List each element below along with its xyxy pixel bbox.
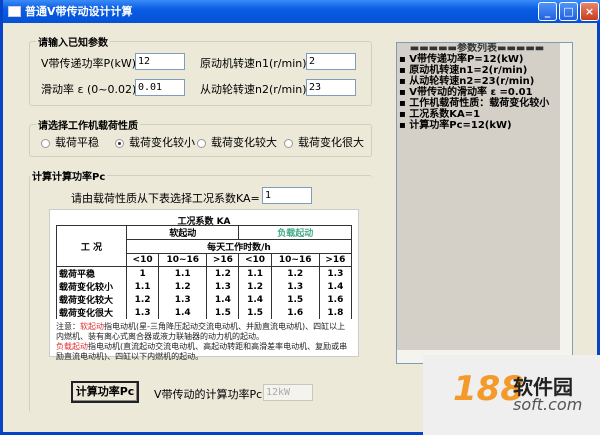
radio-label: 载荷平稳: [55, 136, 99, 149]
ka-cell: 1.4: [158, 306, 208, 319]
row-name: 载荷变化很大: [56, 306, 127, 319]
list-item[interactable]: ▪ 原动机转速n1=2(r/min): [399, 65, 555, 76]
hours-col-header: 10~16: [158, 253, 208, 267]
table-row: 载荷变化较小 1.1 1.2 1.3 1.2 1.3 1.4: [56, 280, 353, 293]
ka-cell: 1.3: [270, 280, 320, 293]
list-item[interactable]: ▪ 从动轮转速n2=23(r/min): [399, 76, 555, 87]
app-icon: [8, 6, 21, 17]
row-name: 载荷平稳: [56, 266, 127, 280]
soft-start-header: 软起动: [125, 225, 240, 240]
vertical-scrollbar[interactable]: [560, 43, 572, 351]
table-row: 载荷平稳 1 1.1 1.2 1.1 1.2 1.3: [56, 266, 353, 280]
ka-cell: 1.4: [318, 280, 353, 293]
ka-cell: 1.4: [238, 293, 272, 306]
ka-table: 工 况 软起动 负载起动 每天工作时数/h <10 10~16 >16 <10 10~1…: [56, 225, 353, 319]
load-option-0[interactable]: 载荷平稳: [41, 134, 99, 150]
ka-cell: 1.2: [238, 280, 272, 293]
list-item[interactable]: ▪ 计算功率Pc=12(kW): [399, 120, 555, 131]
radio-label: 载荷变化较小: [129, 136, 195, 149]
load-option-2[interactable]: 载荷变化较大: [197, 134, 277, 150]
params-listbox[interactable]: ▬▬▬▬▬参数列表▬▬▬▬▬ ▪ V带传递功率P=12(kW) ▪ 原动机转速n1…: [396, 42, 573, 364]
title-bar: 普通V带传动设计计算 _ □ ×: [3, 0, 600, 23]
ka-cell: 1.8: [318, 306, 353, 319]
note-heavy: 负载起动: [56, 342, 88, 351]
maximize-button[interactable]: □: [559, 2, 578, 21]
watermark-logo: 188 软件园 soft.com: [423, 355, 600, 435]
ka-cell: 1.1: [158, 266, 208, 280]
result-label: V带传动的计算功率Pc=: [154, 388, 272, 401]
ka-input[interactable]: 1: [262, 187, 312, 204]
main-window: 普通V带传动设计计算 _ □ × 请输入已知参数 V带传递功率P(kW) 12 …: [0, 0, 600, 435]
table-row: 载荷变化很大 1.3 1.4 1.5 1.5 1.6 1.8: [56, 306, 353, 319]
table-row: 载荷变化较大 1.2 1.3 1.4 1.4 1.5 1.6: [56, 293, 353, 306]
group-legend: 请输入已知参数: [36, 34, 110, 49]
hours-col-header: 10~16: [270, 253, 320, 267]
ka-cell: 1.5: [206, 306, 240, 319]
list-item[interactable]: ▪ V带传递功率P=12(kW): [399, 54, 555, 65]
hours-col-header: >16: [206, 253, 240, 267]
radio-label: 载荷变化较大: [211, 136, 277, 149]
ka-cell: 1: [125, 266, 160, 280]
ka-note: 注意：软起动指电动机(星-三角降压起动交流电动机、并励直流电动机)、四缸以上内燃…: [56, 322, 352, 362]
note-soft: 软起动: [80, 322, 104, 331]
ka-cell: 1.2: [125, 293, 160, 306]
load-option-3[interactable]: 载荷变化很大: [284, 134, 364, 150]
hours-header: 每天工作时数/h: [126, 239, 352, 254]
load-option-1[interactable]: 载荷变化较小: [115, 134, 195, 150]
hours-col-header: <10: [238, 253, 272, 267]
ka-cell: 1.4: [206, 293, 240, 306]
ka-table-caption: 工况系数 KA: [177, 217, 231, 227]
ka-cell: 1.6: [318, 293, 353, 306]
ka-cell: 1.3: [158, 293, 208, 306]
list-item[interactable]: ▪ 工况系数KA=1: [399, 109, 555, 120]
power-input[interactable]: 12: [135, 53, 185, 70]
radio-icon[interactable]: [197, 138, 206, 148]
slip-input[interactable]: 0.01: [135, 79, 185, 96]
heavy-start-header: 负载起动: [238, 225, 352, 240]
ka-cell: 1.5: [270, 293, 320, 306]
radio-icon[interactable]: [115, 138, 124, 148]
ka-cell: 1.2: [270, 266, 320, 280]
power-label: V带传递功率P(kW): [41, 57, 136, 70]
result-output: 12kW: [263, 384, 313, 401]
ka-cell: 1.2: [206, 266, 240, 280]
radio-icon[interactable]: [41, 138, 50, 148]
hours-col-header: <10: [125, 253, 160, 267]
ka-cell: 1.1: [125, 280, 160, 293]
radio-icon[interactable]: [284, 138, 293, 148]
ka-cell: 1.3: [318, 266, 353, 280]
ka-cell: 1.3: [206, 280, 240, 293]
calc-power-button[interactable]: 计算功率Pc: [71, 381, 139, 403]
ka-table-image: 工况系数 KA 工 况 软起动 负载起动 每天工作时数/h <10 10~16 >1…: [49, 209, 359, 361]
row-name: 载荷变化较小: [56, 280, 127, 293]
hours-col-header: >16: [318, 253, 353, 267]
ka-cell: 1.1: [238, 266, 272, 280]
ka-cell: 1.2: [158, 280, 208, 293]
n1-input[interactable]: 2: [306, 53, 356, 70]
window-title: 普通V带传动设计计算: [25, 5, 133, 18]
n2-label: 从动轮转速n2(r/min): [200, 83, 307, 96]
list-header: ▬▬▬▬▬参数列表▬▬▬▬▬: [409, 43, 545, 54]
ka-cell: 1.5: [238, 306, 272, 319]
n2-input[interactable]: 23: [306, 79, 356, 96]
group-legend: 请选择工作机载荷性质: [36, 117, 140, 132]
list-item[interactable]: ▪ V带传动的滑动率 ε =0.01: [399, 87, 555, 98]
row-header: 工 况: [56, 225, 127, 267]
ka-prompt: 请由载荷性质从下表选择工况系数KA=: [71, 192, 260, 205]
ka-cell: 1.3: [125, 306, 160, 319]
n1-label: 原动机转速n1(r/min): [200, 57, 307, 70]
close-button[interactable]: ×: [580, 2, 599, 21]
note-prefix: 注意：: [56, 322, 80, 331]
ka-cell: 1.6: [270, 306, 320, 319]
radio-label: 载荷变化很大: [298, 136, 364, 149]
minimize-button[interactable]: _: [538, 2, 557, 21]
group-legend: 计算计算功率Pc: [30, 168, 108, 183]
list-item[interactable]: ▪ 工作机载荷性质：载荷变化较小: [399, 98, 555, 109]
watermark-en: soft.com: [513, 395, 583, 414]
row-name: 载荷变化较大: [56, 293, 127, 306]
slip-label: 滑动率 ε (0~0.02): [41, 83, 137, 96]
note-text-2: 指电动机(直流起动交流电动机、高起动转距和高滑差率电动机、复励或串励直流电动机)…: [56, 342, 348, 361]
